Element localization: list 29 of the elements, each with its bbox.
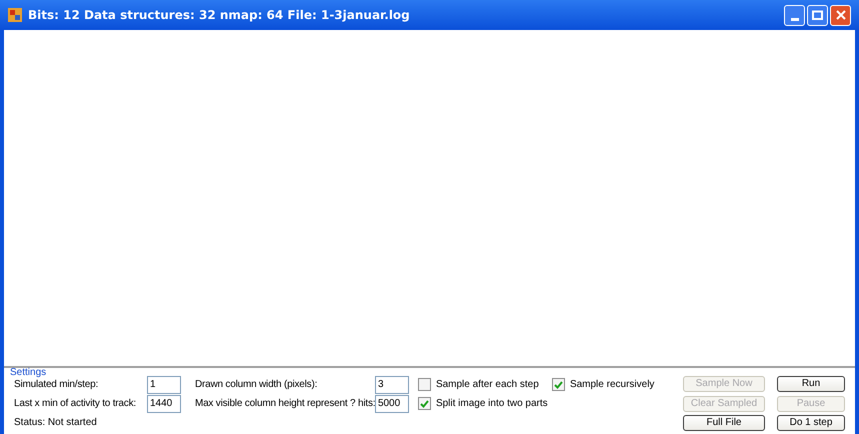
checkbox-label: Sample recursively	[570, 378, 654, 392]
close-button[interactable]	[830, 4, 851, 26]
checkbox[interactable]	[418, 378, 431, 391]
field-label: Simulated min/step:	[14, 378, 100, 392]
app-icon	[8, 8, 22, 22]
minimize-button[interactable]	[784, 4, 805, 26]
action-button[interactable]: Full File	[683, 415, 765, 432]
maximize-button[interactable]	[807, 4, 828, 26]
field-label: Drawn column width (pixels):	[194, 378, 318, 392]
input-field[interactable]: 1440	[147, 394, 181, 412]
input-field[interactable]: 1	[147, 376, 181, 394]
checkbox-label: Sample after each step	[436, 378, 539, 392]
input-field[interactable]: 3	[374, 376, 409, 394]
check-icon	[554, 380, 563, 388]
input-field[interactable]: 5000	[374, 394, 409, 412]
minimize-icon	[790, 18, 798, 20]
action-button[interactable]: Run	[777, 376, 845, 392]
window-title: Bits: 12 Data structures: 32 nmap: 64 File: 1-3januar.log	[28, 7, 410, 24]
group-legend: Settings	[10, 365, 46, 380]
status-text: Status: Not started	[14, 416, 97, 430]
action-button[interactable]: Do 1 step	[777, 415, 845, 432]
check-icon	[420, 400, 429, 408]
checkbox[interactable]	[418, 397, 431, 410]
maximize-icon	[812, 10, 823, 20]
field-label: Max visible column height represent ? hits:	[194, 397, 375, 411]
field-label: Last x min of activity to track:	[14, 397, 137, 411]
close-icon	[836, 10, 846, 20]
checkbox-label: Split image into two parts	[436, 397, 548, 411]
checkbox[interactable]	[552, 378, 565, 391]
